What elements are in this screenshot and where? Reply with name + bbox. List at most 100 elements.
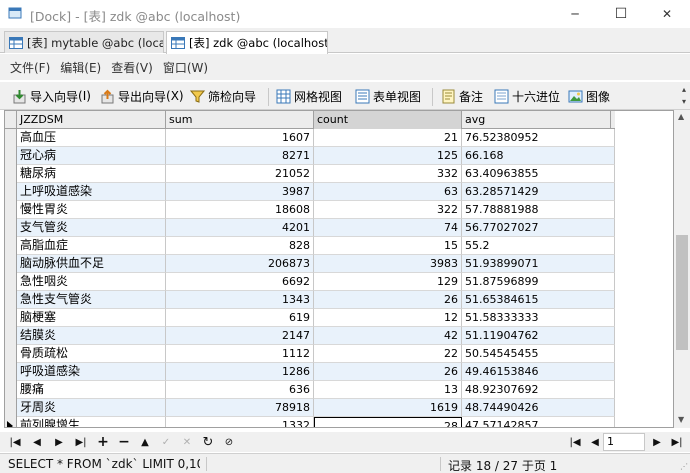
table-cell-count[interactable]: 1619 bbox=[314, 399, 462, 417]
column-header-avg[interactable]: avg bbox=[462, 111, 611, 129]
table-cell-count[interactable]: 129 bbox=[314, 273, 462, 291]
resize-grip-icon[interactable]: ⋰ bbox=[680, 462, 688, 471]
prev-record-icon[interactable]: ◀ bbox=[30, 435, 44, 449]
table-cell-jzzdsm[interactable]: 骨质疏松 bbox=[17, 345, 166, 363]
menu-view[interactable]: 查看(V) bbox=[111, 59, 153, 76]
table-cell-count[interactable]: 63 bbox=[314, 183, 462, 201]
table-row[interactable]: 腰痛 636 13 48.92307692 bbox=[17, 381, 615, 399]
table-cell-jzzdsm[interactable]: 急性咽炎 bbox=[17, 273, 166, 291]
table-cell-count[interactable]: 74 bbox=[314, 219, 462, 237]
vertical-scrollbar[interactable]: ▲ ▼ bbox=[674, 110, 690, 428]
table-row[interactable]: 支气管炎 4201 74 56.77027027 bbox=[17, 219, 615, 237]
table-cell-avg[interactable]: 66.168 bbox=[462, 147, 615, 165]
minimize-button[interactable]: ─ bbox=[552, 0, 598, 28]
table-row[interactable]: 上呼吸道感染 3987 63 63.28571429 bbox=[17, 183, 615, 201]
table-cell-count[interactable]: 12 bbox=[314, 309, 462, 327]
close-button[interactable]: ✕ bbox=[644, 0, 690, 28]
table-cell-jzzdsm[interactable]: 牙周炎 bbox=[17, 399, 166, 417]
table-row[interactable]: 糖尿病 21052 332 63.40963855 bbox=[17, 165, 615, 183]
last-page-icon[interactable]: ▶| bbox=[670, 435, 684, 449]
import-wizard-button[interactable]: 导入向导 (I) bbox=[12, 86, 91, 106]
table-cell-jzzdsm[interactable]: 冠心病 bbox=[17, 147, 166, 165]
table-cell-avg[interactable]: 57.78881988 bbox=[462, 201, 615, 219]
table-cell-count[interactable]: 13 bbox=[314, 381, 462, 399]
table-row[interactable]: 高血压 1607 21 76.52380952 bbox=[17, 129, 615, 147]
table-cell-avg[interactable]: 56.77027027 bbox=[462, 219, 615, 237]
table-cell-sum[interactable]: 6692 bbox=[166, 273, 314, 291]
table-cell-count[interactable]: 21 bbox=[314, 129, 462, 147]
menu-window[interactable]: 窗口(W) bbox=[163, 59, 208, 76]
table-cell-sum[interactable]: 18608 bbox=[166, 201, 314, 219]
table-cell-sum[interactable]: 2147 bbox=[166, 327, 314, 345]
discard-changes-icon[interactable]: ✕ bbox=[180, 435, 194, 449]
table-cell-avg[interactable]: 55.2 bbox=[462, 237, 615, 255]
table-cell-avg[interactable]: 47.57142857 bbox=[462, 417, 615, 427]
table-row[interactable]: 冠心病 8271 125 66.168 bbox=[17, 147, 615, 165]
table-cell-sum[interactable]: 21052 bbox=[166, 165, 314, 183]
table-cell-count[interactable]: 3983 bbox=[314, 255, 462, 273]
table-cell-count[interactable]: 15 bbox=[314, 237, 462, 255]
menu-file[interactable]: 文件(F) bbox=[10, 59, 50, 76]
delete-record-icon[interactable]: − bbox=[117, 434, 131, 450]
table-cell-avg[interactable]: 51.58333333 bbox=[462, 309, 615, 327]
table-cell-jzzdsm[interactable]: 慢性胃炎 bbox=[17, 201, 166, 219]
column-header-sum[interactable]: sum bbox=[166, 111, 314, 129]
table-cell-avg[interactable]: 51.65384615 bbox=[462, 291, 615, 309]
hex-button[interactable]: 十六进位 bbox=[494, 86, 560, 106]
scrollbar-thumb[interactable] bbox=[676, 235, 688, 350]
form-view-button[interactable]: 表单视图 bbox=[355, 86, 421, 106]
next-record-icon[interactable]: ▶ bbox=[52, 435, 66, 449]
table-cell-sum[interactable]: 1607 bbox=[166, 129, 314, 147]
table-row[interactable]: 前列腺增生 1332 28 47.57142857 bbox=[17, 417, 615, 427]
table-cell-count[interactable]: 26 bbox=[314, 363, 462, 381]
table-cell-jzzdsm[interactable]: 腰痛 bbox=[17, 381, 166, 399]
table-cell-count[interactable]: 28 bbox=[314, 417, 462, 427]
menu-edit[interactable]: 编辑(E) bbox=[60, 59, 101, 76]
table-cell-avg[interactable]: 48.92307692 bbox=[462, 381, 615, 399]
table-cell-avg[interactable]: 49.46153846 bbox=[462, 363, 615, 381]
last-record-icon[interactable]: ▶| bbox=[74, 435, 88, 449]
prev-page-icon[interactable]: ◀ bbox=[588, 435, 602, 449]
refresh-icon[interactable]: ↻ bbox=[201, 435, 215, 450]
table-row[interactable]: 牙周炎 78918 1619 48.74490426 bbox=[17, 399, 615, 417]
table-row[interactable]: 呼吸道感染 1286 26 49.46153846 bbox=[17, 363, 615, 381]
table-cell-sum[interactable]: 619 bbox=[166, 309, 314, 327]
column-header-count[interactable]: count bbox=[314, 111, 462, 129]
table-cell-avg[interactable]: 50.54545455 bbox=[462, 345, 615, 363]
apply-changes-icon[interactable]: ✓ bbox=[159, 435, 173, 449]
table-row[interactable]: 脑梗塞 619 12 51.58333333 bbox=[17, 309, 615, 327]
table-cell-sum[interactable]: 636 bbox=[166, 381, 314, 399]
table-cell-avg[interactable]: 63.40963855 bbox=[462, 165, 615, 183]
memo-button[interactable]: 备注 bbox=[441, 86, 483, 106]
table-cell-jzzdsm[interactable]: 脑动脉供血不足 bbox=[17, 255, 166, 273]
table-cell-avg[interactable]: 76.52380952 bbox=[462, 129, 615, 147]
table-cell-count[interactable]: 26 bbox=[314, 291, 462, 309]
table-cell-count[interactable]: 22 bbox=[314, 345, 462, 363]
column-header-jzzdsm[interactable]: JZZDSM bbox=[17, 111, 166, 129]
page-number-input[interactable]: 1 bbox=[603, 433, 645, 451]
table-cell-count[interactable]: 332 bbox=[314, 165, 462, 183]
table-row[interactable]: 慢性胃炎 18608 322 57.78881988 bbox=[17, 201, 615, 219]
table-cell-avg[interactable]: 48.74490426 bbox=[462, 399, 615, 417]
filter-wizard-button[interactable]: 筛检向导 bbox=[190, 86, 256, 106]
table-row[interactable]: 急性支气管炎 1343 26 51.65384615 bbox=[17, 291, 615, 309]
table-cell-sum[interactable]: 1286 bbox=[166, 363, 314, 381]
table-row[interactable]: 结膜炎 2147 42 51.11904762 bbox=[17, 327, 615, 345]
table-cell-sum[interactable]: 3987 bbox=[166, 183, 314, 201]
image-button[interactable]: 图像 bbox=[568, 86, 610, 106]
table-cell-sum[interactable]: 206873 bbox=[166, 255, 314, 273]
table-cell-avg[interactable]: 51.87596899 bbox=[462, 273, 615, 291]
table-cell-jzzdsm[interactable]: 支气管炎 bbox=[17, 219, 166, 237]
table-cell-count[interactable]: 42 bbox=[314, 327, 462, 345]
table-cell-sum[interactable]: 1343 bbox=[166, 291, 314, 309]
table-cell-sum[interactable]: 1112 bbox=[166, 345, 314, 363]
edit-record-icon[interactable]: ▲ bbox=[138, 435, 152, 449]
table-cell-jzzdsm[interactable]: 上呼吸道感染 bbox=[17, 183, 166, 201]
table-cell-count[interactable]: 125 bbox=[314, 147, 462, 165]
table-cell-sum[interactable]: 828 bbox=[166, 237, 314, 255]
tab-mytable[interactable]: [表] mytable @abc (local... bbox=[4, 31, 164, 53]
table-row[interactable]: 急性咽炎 6692 129 51.87596899 bbox=[17, 273, 615, 291]
scroll-down-icon[interactable]: ▼ bbox=[678, 415, 684, 424]
table-cell-jzzdsm[interactable]: 高血压 bbox=[17, 129, 166, 147]
stop-icon[interactable]: ⊘ bbox=[222, 435, 236, 449]
